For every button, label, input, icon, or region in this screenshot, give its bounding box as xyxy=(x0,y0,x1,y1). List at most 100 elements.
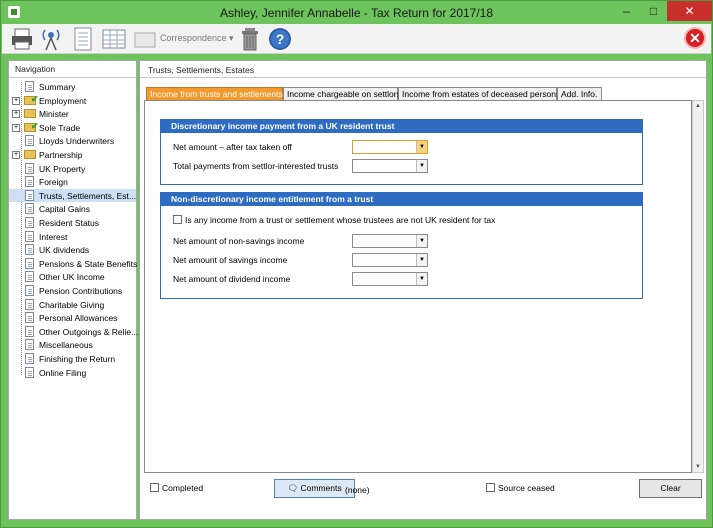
expand-icon[interactable]: + xyxy=(12,123,20,132)
nav-item-label: UK dividends xyxy=(39,245,90,256)
tab-content: Discretionary income payment from a UK r… xyxy=(144,100,692,473)
document-icon xyxy=(25,217,34,228)
nav-item-label: Minister xyxy=(39,109,69,120)
chevron-down-icon[interactable]: ▼ xyxy=(416,273,427,285)
total-payments-field[interactable]: ▼ xyxy=(352,159,428,173)
dividend-field[interactable]: ▼ xyxy=(352,272,428,286)
completed-checkbox-wrap[interactable]: Completed xyxy=(150,483,203,493)
nav-item-capital-gains[interactable]: Capital Gains xyxy=(9,202,136,215)
expand-icon[interactable]: + xyxy=(12,96,20,105)
nav-item-finishing-the-return[interactable]: Finishing the Return xyxy=(9,352,136,365)
print-icon[interactable] xyxy=(11,27,33,51)
folder-icon xyxy=(24,109,36,119)
expand-icon[interactable]: + xyxy=(12,151,20,159)
tab-income-from-estates[interactable]: Income from estates of deceased persons xyxy=(398,87,560,101)
group-header: Non-discretionary income entitlement fro… xyxy=(161,193,642,206)
clear-button[interactable]: Clear xyxy=(639,479,702,498)
nav-item-other-uk-income[interactable]: Other UK Income xyxy=(9,270,136,283)
title-bar: Ashley, Jennifer Annabelle - Tax Return … xyxy=(1,1,712,24)
tab-income-chargeable-on-settlors[interactable]: Income chargeable on settlors xyxy=(283,87,401,101)
discretionary-income-group: Discretionary income payment from a UK r… xyxy=(160,119,643,185)
nav-item-label: Sole Trade xyxy=(39,122,81,133)
nav-item-interest[interactable]: Interest xyxy=(9,230,136,243)
nav-item-label: Miscellaneous xyxy=(39,340,93,351)
navigation-header: Navigation xyxy=(9,61,136,78)
nav-item-other-outgoings-relie[interactable]: Other Outgoings & Relie... xyxy=(9,325,139,338)
nav-item-charitable-giving[interactable]: Charitable Giving xyxy=(9,298,136,311)
document-icon xyxy=(25,339,34,351)
non-savings-field[interactable]: ▼ xyxy=(352,234,428,248)
tab-add-info[interactable]: Add. Info. xyxy=(557,87,602,101)
broadcast-icon[interactable] xyxy=(40,27,62,51)
nav-item-label: Partnership xyxy=(39,150,83,160)
nav-item-lloyds-underwriters[interactable]: Lloyds Underwriters xyxy=(9,134,136,147)
non-uk-trustees-checkbox-wrap[interactable]: Is any income from a trust or settlement… xyxy=(173,215,495,225)
nav-item-uk-property[interactable]: UK Property xyxy=(9,162,136,175)
nav-item-pension-contributions[interactable]: Pension Contributions xyxy=(9,284,136,297)
spreadsheet-icon[interactable] xyxy=(102,27,126,51)
minimize-button[interactable]: – xyxy=(613,1,640,21)
maximize-button[interactable]: □ xyxy=(640,1,667,21)
nav-item-miscellaneous[interactable]: Miscellaneous xyxy=(9,338,136,351)
total-payments-label: Total payments from settlor-interested t… xyxy=(173,161,339,171)
net-amount-field[interactable]: ▼ xyxy=(352,140,428,154)
nav-item-trusts-settlements-est[interactable]: Trusts, Settlements, Est... xyxy=(9,188,136,202)
nav-item-label: Employment xyxy=(39,95,87,106)
completed-checkbox[interactable] xyxy=(150,483,159,492)
savings-field[interactable]: ▼ xyxy=(352,253,428,267)
nav-item-online-filing[interactable]: Online Filing xyxy=(9,366,136,379)
document-icon xyxy=(25,244,34,256)
chevron-down-icon[interactable]: ▼ xyxy=(416,141,427,153)
document-icon xyxy=(25,285,34,296)
tab-income-from-trusts[interactable]: Income from trusts and settlements xyxy=(146,87,283,101)
nav-item-label: Summary xyxy=(39,82,76,92)
vertical-scrollbar[interactable]: ▲ ▼ xyxy=(692,100,704,473)
nav-item-label: Personal Allowances xyxy=(39,313,118,324)
expand-icon[interactable]: + xyxy=(12,110,20,119)
chevron-down-icon[interactable]: ▼ xyxy=(416,235,427,247)
nav-item-pensions-state-benefits[interactable]: Pensions & State Benefits xyxy=(9,257,137,270)
net-amount-label: Net amount – after tax taken off xyxy=(173,142,292,152)
nav-item-sole-trade[interactable]: + ✔ Sole Trade xyxy=(9,121,136,134)
nav-item-label: Pension Contributions xyxy=(39,286,123,296)
nav-item-label: Foreign xyxy=(39,177,68,188)
nav-item-personal-allowances[interactable]: Personal Allowances xyxy=(9,311,136,324)
main-panel: Trusts, Settlements, Estates Income from… xyxy=(139,60,707,520)
scroll-up-icon[interactable]: ▲ xyxy=(695,103,701,109)
nav-item-resident-status[interactable]: Resident Status xyxy=(9,216,136,229)
nav-item-uk-dividends[interactable]: UK dividends xyxy=(9,243,136,256)
chevron-down-icon[interactable]: ▼ xyxy=(416,160,427,172)
nav-item-minister[interactable]: + Minister xyxy=(9,107,136,120)
correspondence-icon[interactable] xyxy=(133,27,157,51)
window-title: Ashley, Jennifer Annabelle - Tax Return … xyxy=(219,6,494,20)
document-icon xyxy=(25,81,34,92)
nav-item-foreign[interactable]: Foreign xyxy=(9,175,136,188)
nav-item-label: Lloyds Underwriters xyxy=(39,136,115,147)
comments-button[interactable]: 🗨 Comments xyxy=(274,479,355,498)
non-uk-trustees-label: Is any income from a trust or settlement… xyxy=(185,215,496,225)
trash-icon[interactable] xyxy=(239,27,261,51)
correspondence-menu[interactable]: Correspondence ▾ xyxy=(160,33,234,44)
checkmark-icon: ✔ xyxy=(31,93,39,104)
dividend-label: Net amount of dividend income xyxy=(173,274,291,284)
nav-item-label: Other Outgoings & Relie... xyxy=(39,326,139,337)
exit-icon[interactable]: ✕ xyxy=(684,27,706,49)
non-uk-trustees-row: Is any income from a trust or settlement… xyxy=(173,214,633,228)
non-uk-trustees-checkbox[interactable] xyxy=(173,215,182,224)
document-icon[interactable] xyxy=(72,27,94,51)
help-icon[interactable]: ? xyxy=(268,27,292,51)
nav-item-label: Charitable Giving xyxy=(39,299,105,310)
page-title: Trusts, Settlements, Estates xyxy=(140,61,706,78)
nav-item-employment[interactable]: + ✔ Employment xyxy=(9,94,136,107)
non-discretionary-income-group: Non-discretionary income entitlement fro… xyxy=(160,192,643,299)
scroll-down-icon[interactable]: ▼ xyxy=(695,464,701,470)
dividend-row: Net amount of dividend income ▼ xyxy=(173,272,633,286)
nav-item-summary[interactable]: Summary xyxy=(9,80,136,93)
chevron-down-icon[interactable]: ▼ xyxy=(416,254,427,266)
close-button[interactable]: ✕ xyxy=(667,1,712,21)
nav-item-partnership[interactable]: + Partnership xyxy=(9,148,136,161)
source-ceased-label: Source ceased xyxy=(498,483,555,493)
comments-status: (none) xyxy=(345,485,370,495)
source-ceased-checkbox-wrap[interactable]: Source ceased xyxy=(486,483,555,493)
source-ceased-checkbox[interactable] xyxy=(486,483,495,492)
